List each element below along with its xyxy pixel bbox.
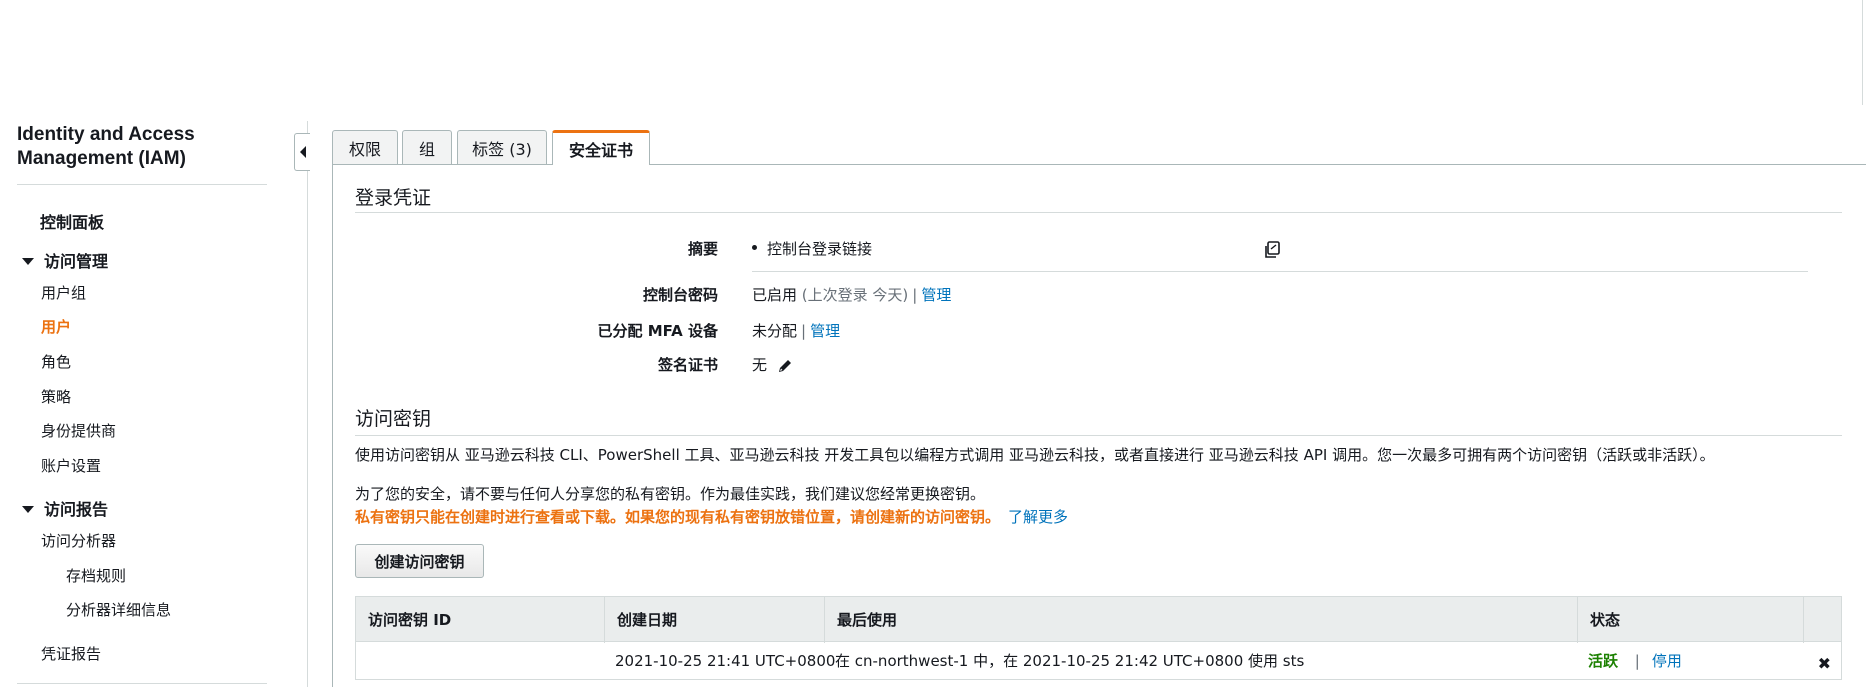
separator: |: [912, 286, 918, 304]
secret-key-warning: 私有密钥只能在创建时进行查看或下载。如果您的现有私有密钥放错位置，请创建新的访问…: [355, 506, 1068, 527]
sidebar-border: [307, 121, 308, 687]
separator: |: [801, 322, 807, 340]
caret-down-icon: [22, 506, 34, 513]
tab-groups[interactable]: 组: [402, 130, 452, 164]
sidebar-divider: [17, 683, 267, 684]
column-header-created[interactable]: 创建日期: [605, 597, 825, 643]
bullet-icon: [752, 245, 757, 250]
signing-cert-status: 无: [752, 356, 768, 374]
sidebar-section-access-reports[interactable]: 访问报告: [22, 496, 108, 520]
deactivate-link[interactable]: 停用: [1652, 652, 1682, 670]
summary-label: 摘要: [687, 240, 718, 258]
sidebar-section-label: 访问管理: [44, 252, 109, 271]
warning-text: 私有密钥只能在创建时进行查看或下载。如果您的现有私有密钥放错位置，请创建新的访问…: [355, 508, 1001, 526]
copy-icon[interactable]: [1262, 240, 1282, 260]
sidebar-item-access-analyzer[interactable]: 访问分析器: [41, 530, 116, 551]
pencil-icon[interactable]: [777, 358, 793, 374]
cell-key-id: [356, 642, 605, 680]
sidebar-section-access-management[interactable]: 访问管理: [22, 248, 108, 272]
console-password-status: 已启用: [752, 286, 798, 304]
manage-mfa-link[interactable]: 管理: [810, 322, 840, 340]
tab-security-credentials[interactable]: 安全证书: [552, 130, 650, 165]
security-note: 为了您的安全，请不要与任何人分享您的私有密钥。作为最佳实践，我们建议您经常更换密…: [355, 485, 986, 503]
table-row: 2021-10-25 21:41 UTC+0800 在 cn-northwest…: [355, 642, 1842, 680]
column-header-key-id[interactable]: 访问密钥 ID: [356, 597, 605, 643]
column-header-status[interactable]: 状态: [1578, 597, 1804, 643]
separator: |: [1634, 652, 1640, 670]
cell-last-used: 在 cn-northwest-1 中，在 2021-10-25 21:42 UT…: [835, 652, 1305, 670]
caret-down-icon: [22, 258, 34, 265]
sidebar-item-identity-providers[interactable]: 身份提供商: [41, 420, 116, 441]
sidebar-item-analyzer-details[interactable]: 分析器详细信息: [66, 599, 171, 620]
sidebar-item-dashboard[interactable]: 控制面板: [40, 209, 104, 233]
sidebar-item-policies[interactable]: 策略: [41, 386, 71, 407]
scrollbar-track: [1862, 0, 1863, 105]
tab-permissions[interactable]: 权限: [332, 130, 398, 164]
sidebar-item-roles[interactable]: 角色: [41, 351, 71, 372]
sidebar-title[interactable]: Identity and Access Management (IAM): [17, 123, 247, 171]
sidebar: Identity and Access Management (IAM) 控制面…: [0, 0, 267, 687]
cell-created: 2021-10-25 21:41 UTC+0800: [615, 652, 836, 670]
sidebar-item-archive-rules[interactable]: 存档规则: [66, 565, 126, 586]
sidebar-item-users[interactable]: 用户: [41, 316, 71, 337]
sign-in-credentials-title: 登录凭证: [355, 187, 432, 209]
signing-cert-value: 无: [752, 354, 793, 375]
collapse-sidebar-button[interactable]: [294, 133, 310, 171]
status-badge: 活跃: [1588, 652, 1619, 670]
console-login-link[interactable]: 控制台登录链接: [767, 240, 872, 258]
console-password-value: 已启用 (上次登录 今天) | 管理: [752, 284, 951, 305]
manage-console-password-link[interactable]: 管理: [921, 286, 951, 304]
sidebar-item-credential-report[interactable]: 凭证报告: [41, 643, 101, 664]
signing-cert-label: 签名证书: [657, 356, 718, 374]
tab-tags[interactable]: 标签 (3): [457, 130, 547, 164]
summary-divider: [752, 271, 1808, 272]
column-header-last-used[interactable]: 最后使用: [825, 597, 1578, 643]
create-access-key-button[interactable]: 创建访问密钥: [355, 544, 484, 578]
section-divider: [355, 212, 1842, 213]
delete-icon[interactable]: ✖: [1818, 654, 1831, 673]
console-password-label: 控制台密码: [642, 286, 718, 304]
mfa-status: 未分配: [752, 322, 798, 340]
section-divider: [355, 435, 1842, 436]
access-keys-title: 访问密钥: [355, 408, 432, 430]
summary-value: 控制台登录链接: [752, 238, 872, 259]
mfa-device-value: 未分配 | 管理: [752, 320, 840, 341]
chevron-left-icon: [299, 146, 306, 158]
sidebar-item-user-groups[interactable]: 用户组: [41, 282, 86, 303]
sidebar-divider: [17, 184, 267, 185]
last-login-text: (上次登录 今天): [801, 286, 909, 304]
sidebar-item-account-settings[interactable]: 账户设置: [41, 455, 101, 476]
sidebar-section-label: 访问报告: [44, 500, 109, 519]
table-header: 访问密钥 ID 创建日期 最后使用 状态: [355, 596, 1842, 643]
mfa-device-label: 已分配 MFA 设备: [597, 322, 718, 340]
access-keys-description: 使用访问密钥从 亚马逊云科技 CLI、PowerShell 工具、亚马逊云科技 …: [355, 446, 1715, 464]
cell-status: 活跃 | 停用: [1578, 642, 1804, 680]
learn-more-link[interactable]: 了解更多: [1008, 508, 1068, 526]
